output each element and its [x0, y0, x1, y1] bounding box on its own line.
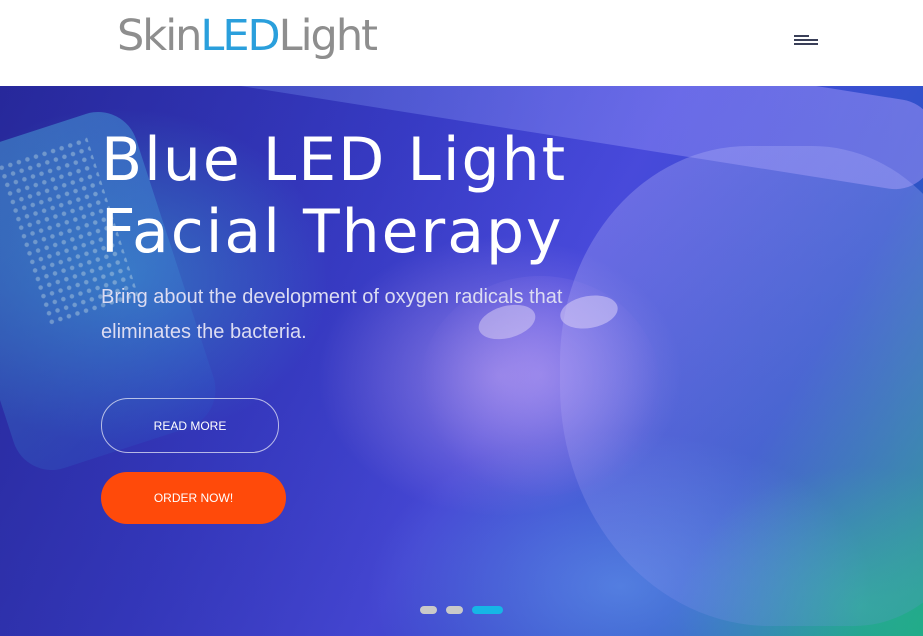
- logo-text-led: LED: [200, 11, 280, 61]
- hero-subtitle: Bring about the development of oxygen ra…: [101, 286, 563, 343]
- read-more-button[interactable]: READ MORE: [101, 398, 279, 453]
- order-now-button[interactable]: ORDER NOW!: [101, 472, 286, 524]
- logo-text-skin: Skin: [117, 11, 202, 61]
- menu-line: [794, 43, 818, 45]
- slider-dot-1[interactable]: [420, 606, 437, 614]
- slider-pagination: [420, 606, 510, 614]
- hamburger-menu-icon[interactable]: [794, 32, 818, 48]
- hero-title: Blue LED Light Facial Therapy: [101, 124, 661, 268]
- hero-slider: Blue LED Light Facial Therapy Bring abou…: [0, 86, 923, 636]
- slider-dot-2[interactable]: [446, 606, 463, 614]
- menu-line: [794, 39, 818, 41]
- site-logo[interactable]: SkinLEDLight: [117, 10, 378, 62]
- slider-dot-3-active[interactable]: [472, 606, 503, 614]
- logo-text-light: Light: [278, 11, 378, 61]
- hero-title-line-1: Blue LED Light: [101, 125, 568, 195]
- site-header: SkinLEDLight: [0, 0, 923, 86]
- menu-line: [794, 35, 809, 37]
- hero-title-line-2: Facial Therapy: [101, 197, 564, 267]
